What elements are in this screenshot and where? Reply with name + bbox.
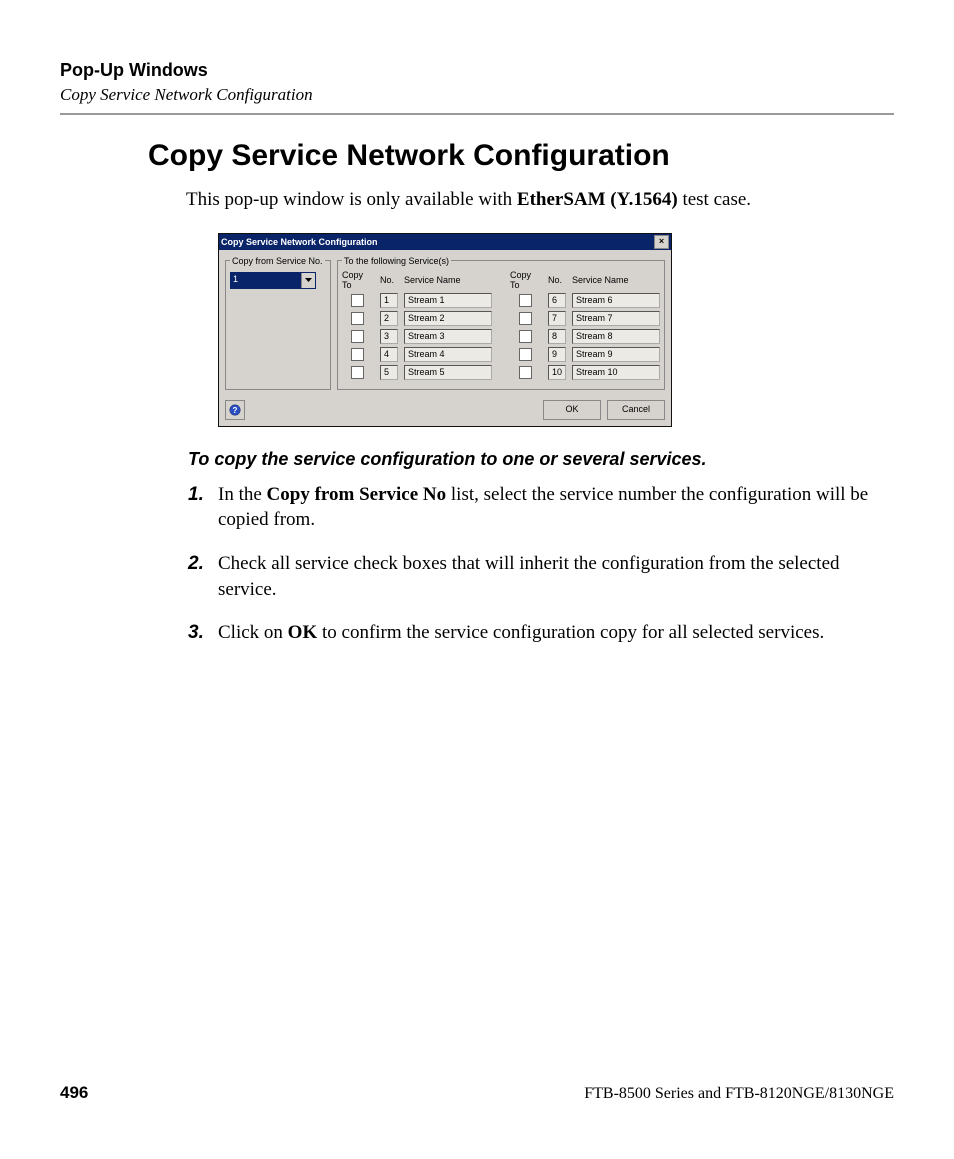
procedure-heading: To copy the service configuration to one… — [188, 449, 894, 470]
step-3: Click on OK to confirm the service confi… — [188, 620, 894, 646]
service-row: 9 Stream 9 — [510, 347, 660, 362]
service-no: 2 — [380, 311, 398, 326]
copy-from-service-dropdown[interactable]: 1 — [230, 272, 316, 289]
copy-from-fieldset: Copy from Service No. 1 — [225, 256, 331, 390]
page-title: Copy Service Network Configuration — [148, 139, 894, 173]
running-header-section: Pop-Up Windows — [60, 60, 894, 81]
copy-to-fieldset: To the following Service(s) Copy To No. … — [337, 256, 665, 390]
service-column-left: Copy To No. Service Name 1 Stream 1 — [342, 270, 492, 383]
service-checkbox[interactable] — [519, 366, 532, 379]
step-bold: Copy from Service No — [267, 484, 447, 505]
document-page: Pop-Up Windows Copy Service Network Conf… — [0, 0, 954, 1159]
service-row: 6 Stream 6 — [510, 293, 660, 308]
dialog-body: Copy from Service No. 1 To the following… — [219, 250, 671, 396]
service-column-right: Copy To No. Service Name 6 Stream 6 — [510, 270, 660, 383]
service-row: 2 Stream 2 — [342, 311, 492, 326]
copy-service-dialog: Copy Service Network Configuration × Cop… — [218, 233, 672, 427]
service-columns: Copy To No. Service Name 1 Stream 1 — [342, 270, 660, 383]
service-no: 4 — [380, 347, 398, 362]
header-copyto: Copy To — [510, 270, 542, 290]
service-checkbox[interactable] — [351, 348, 364, 361]
copy-from-legend: Copy from Service No. — [230, 256, 325, 266]
service-name: Stream 9 — [572, 347, 660, 362]
service-checkbox[interactable] — [351, 294, 364, 307]
chevron-down-icon — [305, 278, 312, 282]
running-header-subsection: Copy Service Network Configuration — [60, 85, 894, 105]
service-row: 5 Stream 5 — [342, 365, 492, 380]
page-number: 496 — [60, 1083, 88, 1103]
service-row: 3 Stream 3 — [342, 329, 492, 344]
service-name: Stream 6 — [572, 293, 660, 308]
service-row: 10 Stream 10 — [510, 365, 660, 380]
service-no: 6 — [548, 293, 566, 308]
service-name: Stream 7 — [572, 311, 660, 326]
product-name: FTB-8500 Series and FTB-8120NGE/8130NGE — [584, 1085, 894, 1103]
intro-suffix: test case. — [678, 189, 751, 210]
help-icon: ? — [229, 404, 241, 416]
service-name: Stream 2 — [404, 311, 492, 326]
service-checkbox[interactable] — [351, 312, 364, 325]
service-name: Stream 1 — [404, 293, 492, 308]
service-checkbox[interactable] — [351, 366, 364, 379]
ok-button[interactable]: OK — [543, 400, 601, 420]
service-row: 7 Stream 7 — [510, 311, 660, 326]
service-column-header: Copy To No. Service Name — [342, 270, 492, 290]
service-checkbox[interactable] — [519, 330, 532, 343]
service-no: 9 — [548, 347, 566, 362]
dialog-titlebar: Copy Service Network Configuration × — [219, 234, 671, 250]
copy-to-legend: To the following Service(s) — [342, 256, 451, 266]
service-no: 7 — [548, 311, 566, 326]
step-bold: OK — [288, 622, 318, 643]
dropdown-button[interactable] — [301, 273, 315, 288]
step-2: Check all service check boxes that will … — [188, 551, 894, 602]
service-checkbox[interactable] — [519, 312, 532, 325]
service-row: 4 Stream 4 — [342, 347, 492, 362]
service-name: Stream 5 — [404, 365, 492, 380]
page-footer: 496 FTB-8500 Series and FTB-8120NGE/8130… — [60, 1083, 894, 1103]
service-no: 10 — [548, 365, 566, 380]
dialog-title: Copy Service Network Configuration — [221, 237, 378, 247]
step-text: Click on — [218, 622, 288, 643]
copy-from-value: 1 — [231, 273, 301, 288]
service-name: Stream 10 — [572, 365, 660, 380]
step-text: Check all service check boxes that will … — [218, 553, 840, 600]
dialog-screenshot: Copy Service Network Configuration × Cop… — [218, 233, 894, 427]
cancel-button[interactable]: Cancel — [607, 400, 665, 420]
close-button[interactable]: × — [654, 235, 669, 249]
service-checkbox[interactable] — [519, 348, 532, 361]
header-name: Service Name — [572, 275, 660, 285]
service-no: 1 — [380, 293, 398, 308]
header-no: No. — [380, 275, 398, 285]
step-text: to confirm the service configuration cop… — [317, 622, 824, 643]
service-no: 8 — [548, 329, 566, 344]
dialog-footer: ? OK Cancel — [219, 396, 671, 426]
header-rule — [60, 113, 894, 115]
close-icon: × — [659, 236, 664, 246]
procedure-steps: In the Copy from Service No list, select… — [188, 482, 894, 646]
service-column-header: Copy To No. Service Name — [510, 270, 660, 290]
help-button[interactable]: ? — [225, 400, 245, 420]
svg-text:?: ? — [233, 406, 238, 415]
service-row: 1 Stream 1 — [342, 293, 492, 308]
step-1: In the Copy from Service No list, select… — [188, 482, 894, 533]
header-copyto: Copy To — [342, 270, 374, 290]
service-row: 8 Stream 8 — [510, 329, 660, 344]
service-name: Stream 4 — [404, 347, 492, 362]
service-name: Stream 3 — [404, 329, 492, 344]
service-checkbox[interactable] — [519, 294, 532, 307]
service-checkbox[interactable] — [351, 330, 364, 343]
step-text: In the — [218, 484, 267, 505]
header-no: No. — [548, 275, 566, 285]
intro-prefix: This pop-up window is only available wit… — [186, 189, 517, 210]
intro-bold: EtherSAM (Y.1564) — [517, 189, 678, 210]
service-no: 3 — [380, 329, 398, 344]
service-name: Stream 8 — [572, 329, 660, 344]
intro-paragraph: This pop-up window is only available wit… — [186, 187, 894, 213]
header-name: Service Name — [404, 275, 492, 285]
service-no: 5 — [380, 365, 398, 380]
